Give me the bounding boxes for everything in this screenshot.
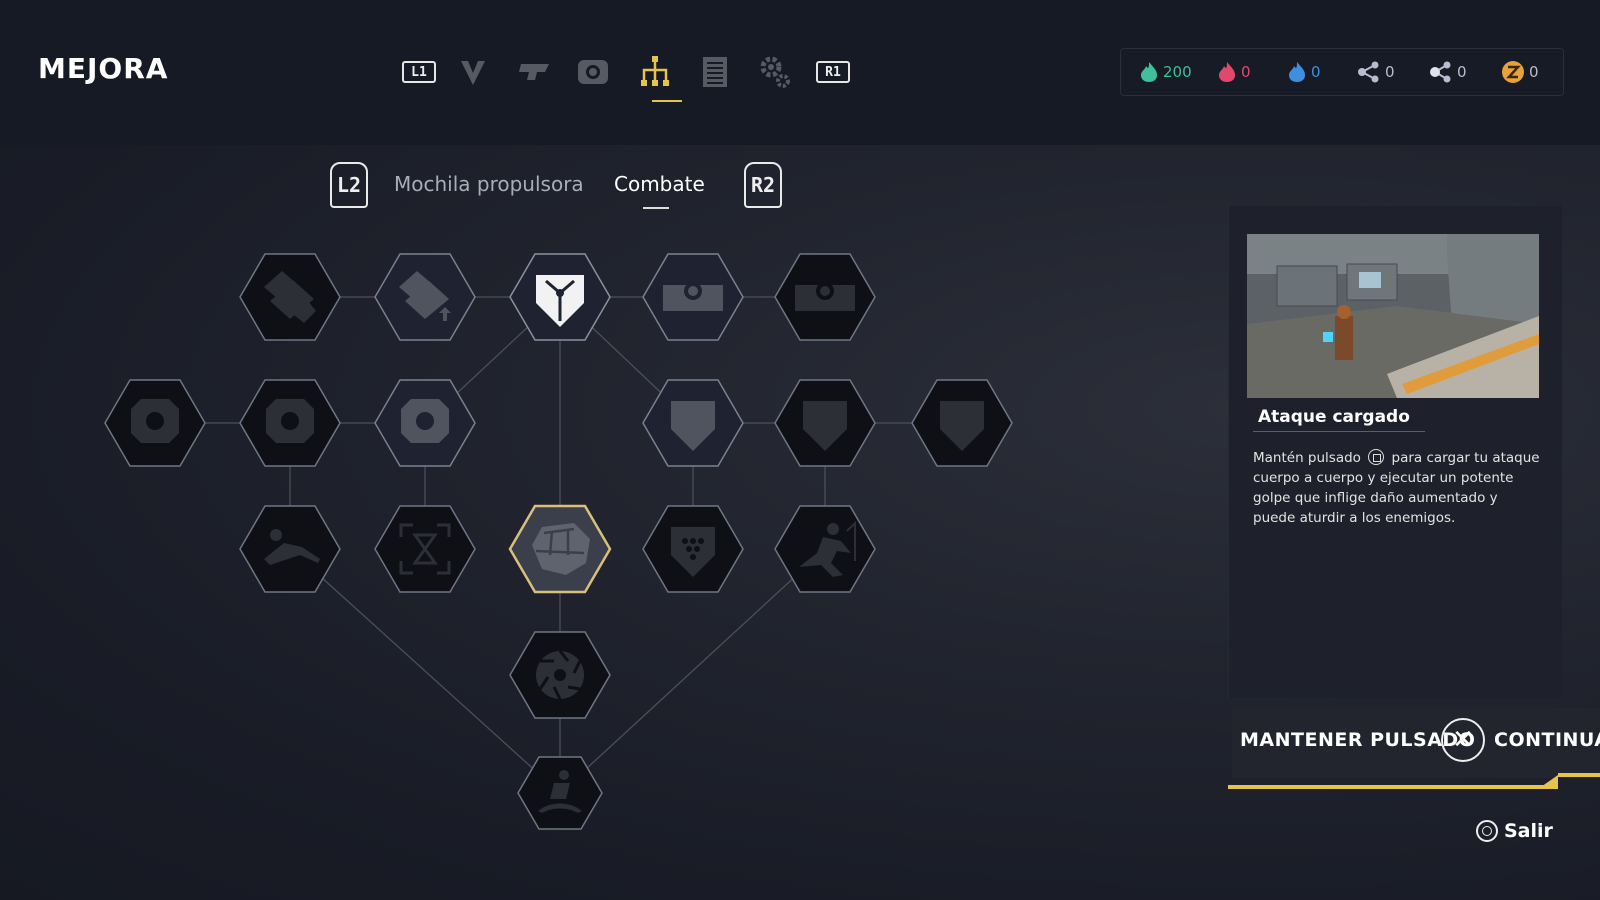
- currency-nodes-a: 0: [1357, 61, 1395, 83]
- z-coin-icon: [1502, 61, 1524, 83]
- currency-blue-value: 0: [1311, 63, 1321, 81]
- skill-node-helmet-1[interactable]: [104, 379, 206, 467]
- skill-description-part1: Mantén pulsado: [1253, 450, 1361, 466]
- currency-green-value: 200: [1163, 63, 1192, 81]
- currency-nodes-a-value: 0: [1385, 63, 1395, 81]
- skill-name: Ataque cargado: [1258, 407, 1410, 427]
- skill-node-saw-blade[interactable]: [509, 631, 611, 719]
- skill-node-shield-3[interactable]: [911, 379, 1013, 467]
- helmet-upgrade-icon: [266, 399, 314, 443]
- exit-button[interactable]: Salir: [1476, 820, 1553, 842]
- share-nodes-icon: [1358, 61, 1379, 83]
- skill-node-honeycomb[interactable]: [642, 505, 744, 593]
- skill-node-armor-plates-upgrade[interactable]: [374, 253, 476, 341]
- green-flame-icon: [1141, 62, 1157, 82]
- currency-red: 0: [1217, 61, 1251, 83]
- preview-scene: [1247, 234, 1539, 398]
- currency-z-value: 0: [1529, 63, 1539, 81]
- skill-node-charged-attack[interactable]: [508, 504, 612, 594]
- circle-button-icon: [1476, 820, 1498, 842]
- skill-node-machine-upgrade[interactable]: [642, 253, 744, 341]
- skill-node-helmet-3[interactable]: [374, 379, 476, 467]
- skill-node-helmet-2[interactable]: [239, 379, 341, 467]
- hold-progress-line-end: [1558, 773, 1600, 777]
- currency-nodes-b: 0: [1429, 61, 1467, 83]
- currency-z: 0: [1501, 61, 1539, 83]
- skill-node-dash[interactable]: [774, 505, 876, 593]
- hold-progress-corner: [1538, 775, 1558, 789]
- skill-node-slide-kick[interactable]: [239, 505, 341, 593]
- share-nodes-alt-icon: [1430, 61, 1451, 83]
- blue-flame-icon: [1289, 62, 1305, 82]
- skill-name-divider: [1253, 431, 1425, 432]
- skill-tree: [104, 253, 1013, 830]
- skill-node-armor-plates[interactable]: [239, 253, 341, 341]
- helmet-upgrade-icon: [401, 399, 449, 443]
- square-button-icon: [1368, 449, 1385, 465]
- hold-progress-line: [1228, 785, 1558, 789]
- skill-node-hourglass[interactable]: [374, 505, 476, 593]
- red-flame-icon: [1219, 62, 1235, 82]
- skill-node-machine-burst[interactable]: [774, 253, 876, 341]
- saw-blade-icon: [536, 650, 584, 700]
- skill-description: Mantén pulsado para cargar tu ataque cue…: [1253, 448, 1541, 528]
- currency-bar: 200 0 0 0 0 0: [1120, 48, 1564, 96]
- currency-nodes-b-value: 0: [1457, 63, 1467, 81]
- skill-node-shield-emblem[interactable]: [509, 253, 611, 341]
- skill-node-ground-slam[interactable]: [517, 756, 603, 830]
- currency-blue: 0: [1287, 61, 1321, 83]
- skill-node-shield-1[interactable]: [642, 379, 744, 467]
- continue-label[interactable]: CONTINUAR: [1494, 729, 1600, 751]
- helmet-upgrade-icon: [131, 399, 179, 443]
- currency-green: 200: [1139, 61, 1192, 83]
- skill-preview-image: [1247, 234, 1539, 398]
- currency-red-value: 0: [1241, 63, 1251, 81]
- exit-label: Salir: [1504, 820, 1553, 842]
- machine-upgrade-icon: [663, 282, 723, 311]
- cross-button-icon[interactable]: ✕: [1441, 718, 1485, 762]
- machine-burst-icon: [795, 282, 855, 311]
- skill-node-shield-2[interactable]: [774, 379, 876, 467]
